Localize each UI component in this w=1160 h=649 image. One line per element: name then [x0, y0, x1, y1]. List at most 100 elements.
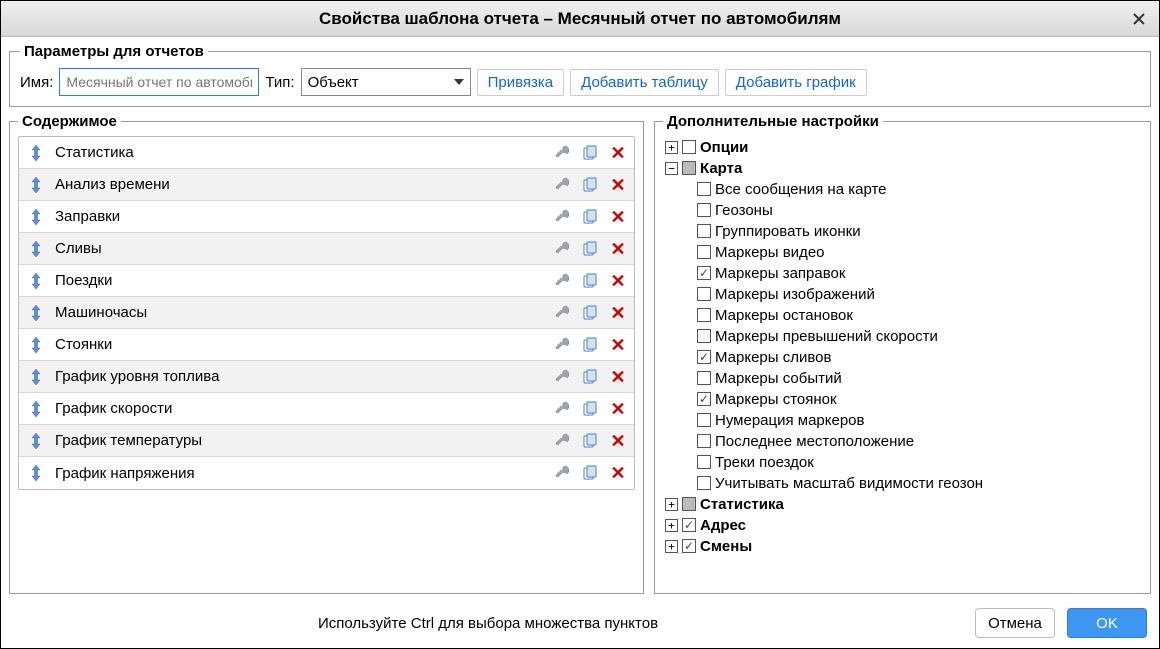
tree-row[interactable]: Учитывать масштаб видимости геозон [697, 473, 1142, 493]
tree-row[interactable]: Маркеры событий [697, 368, 1142, 388]
drag-handle-icon[interactable] [27, 207, 45, 227]
checkbox[interactable] [697, 203, 711, 217]
checkbox[interactable] [697, 245, 711, 259]
content-row[interactable]: График температуры✕ [19, 425, 634, 457]
delete-icon[interactable]: ✕ [608, 271, 628, 291]
copy-icon[interactable] [580, 399, 600, 419]
delete-icon[interactable]: ✕ [608, 175, 628, 195]
tree-row[interactable]: +Опции [665, 137, 1142, 157]
tree-row[interactable]: Маркеры видео [697, 242, 1142, 262]
expand-icon[interactable]: + [665, 141, 678, 154]
drag-handle-icon[interactable] [27, 399, 45, 419]
tree-row[interactable]: Маркеры превышений скорости [697, 326, 1142, 346]
tree-row[interactable]: Маркеры стоянок [697, 389, 1142, 409]
delete-icon[interactable]: ✕ [608, 463, 628, 483]
copy-icon[interactable] [580, 271, 600, 291]
copy-icon[interactable] [580, 303, 600, 323]
checkbox[interactable] [682, 140, 696, 154]
delete-icon[interactable]: ✕ [608, 399, 628, 419]
tree-row[interactable]: +Адрес [665, 515, 1142, 535]
wrench-icon[interactable] [552, 303, 572, 323]
content-row[interactable]: График скорости✕ [19, 393, 634, 425]
checkbox[interactable] [697, 455, 711, 469]
content-row[interactable]: График напряжения✕ [19, 457, 634, 489]
tree-row[interactable]: Последнее местоположение [697, 431, 1142, 451]
type-select[interactable]: Объект [301, 68, 471, 96]
wrench-icon[interactable] [552, 175, 572, 195]
tree-row[interactable]: −Карта [665, 158, 1142, 178]
delete-icon[interactable]: ✕ [608, 239, 628, 259]
wrench-icon[interactable] [552, 335, 572, 355]
drag-handle-icon[interactable] [27, 367, 45, 387]
checkbox[interactable] [697, 413, 711, 427]
name-input[interactable] [59, 68, 259, 96]
checkbox[interactable] [697, 224, 711, 238]
tree-row[interactable]: Маркеры остановок [697, 305, 1142, 325]
checkbox[interactable] [697, 476, 711, 490]
content-row[interactable]: График уровня топлива✕ [19, 361, 634, 393]
delete-icon[interactable]: ✕ [608, 335, 628, 355]
delete-icon[interactable]: ✕ [608, 431, 628, 451]
drag-handle-icon[interactable] [27, 335, 45, 355]
add-chart-button[interactable]: Добавить график [725, 69, 867, 96]
copy-icon[interactable] [580, 175, 600, 195]
copy-icon[interactable] [580, 463, 600, 483]
tree-row[interactable]: Группировать иконки [697, 221, 1142, 241]
cancel-button[interactable]: Отмена [975, 608, 1055, 638]
checkbox[interactable] [697, 329, 711, 343]
tree-row[interactable]: Маркеры заправок [697, 263, 1142, 283]
checkbox[interactable] [682, 518, 696, 532]
checkbox[interactable] [682, 497, 696, 511]
checkbox[interactable] [697, 266, 711, 280]
drag-handle-icon[interactable] [27, 143, 45, 163]
drag-handle-icon[interactable] [27, 175, 45, 195]
checkbox[interactable] [682, 161, 696, 175]
tree-row[interactable]: Геозоны [697, 200, 1142, 220]
drag-handle-icon[interactable] [27, 463, 45, 483]
content-row[interactable]: Анализ времени✕ [19, 169, 634, 201]
close-icon[interactable] [1129, 9, 1149, 29]
expand-icon[interactable]: + [665, 540, 678, 553]
wrench-icon[interactable] [552, 271, 572, 291]
expand-icon[interactable]: + [665, 519, 678, 532]
tree-row[interactable]: Маркеры изображений [697, 284, 1142, 304]
wrench-icon[interactable] [552, 367, 572, 387]
checkbox[interactable] [697, 392, 711, 406]
add-table-button[interactable]: Добавить таблицу [570, 69, 719, 96]
tree-row[interactable]: Маркеры сливов [697, 347, 1142, 367]
checkbox[interactable] [697, 287, 711, 301]
ok-button[interactable]: OK [1067, 608, 1147, 638]
content-row[interactable]: Заправки✕ [19, 201, 634, 233]
wrench-icon[interactable] [552, 239, 572, 259]
copy-icon[interactable] [580, 431, 600, 451]
tree-row[interactable]: +Смены [665, 536, 1142, 556]
delete-icon[interactable]: ✕ [608, 143, 628, 163]
tree-row[interactable]: Нумерация маркеров [697, 410, 1142, 430]
checkbox[interactable] [697, 350, 711, 364]
checkbox[interactable] [682, 539, 696, 553]
expand-icon[interactable]: + [665, 498, 678, 511]
copy-icon[interactable] [580, 207, 600, 227]
copy-icon[interactable] [580, 367, 600, 387]
tree-row[interactable]: +Статистика [665, 494, 1142, 514]
checkbox[interactable] [697, 182, 711, 196]
content-row[interactable]: Статистика✕ [19, 137, 634, 169]
copy-icon[interactable] [580, 143, 600, 163]
collapse-icon[interactable]: − [665, 162, 678, 175]
drag-handle-icon[interactable] [27, 303, 45, 323]
checkbox[interactable] [697, 434, 711, 448]
tree-row[interactable]: Все сообщения на карте [697, 179, 1142, 199]
delete-icon[interactable]: ✕ [608, 207, 628, 227]
content-row[interactable]: Поездки✕ [19, 265, 634, 297]
wrench-icon[interactable] [552, 399, 572, 419]
checkbox[interactable] [697, 371, 711, 385]
bind-button[interactable]: Привязка [477, 69, 565, 96]
checkbox[interactable] [697, 308, 711, 322]
copy-icon[interactable] [580, 335, 600, 355]
copy-icon[interactable] [580, 239, 600, 259]
drag-handle-icon[interactable] [27, 239, 45, 259]
tree-row[interactable]: Треки поездок [697, 452, 1142, 472]
delete-icon[interactable]: ✕ [608, 303, 628, 323]
content-row[interactable]: Стоянки✕ [19, 329, 634, 361]
content-row[interactable]: Машиночасы✕ [19, 297, 634, 329]
